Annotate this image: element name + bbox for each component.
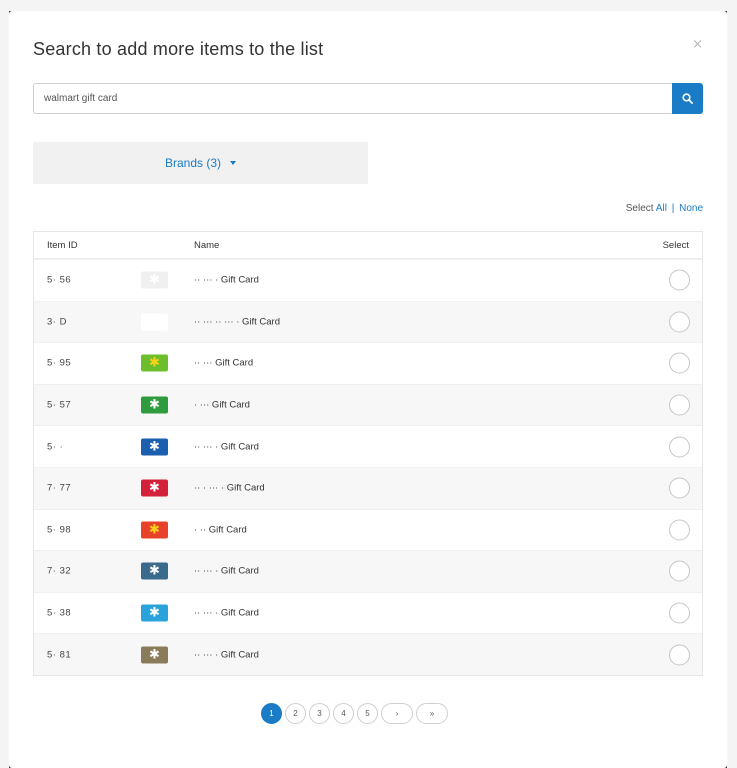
item-name: ·· ··· · Gift Card — [194, 565, 259, 577]
item-name: · ·· Gift Card — [194, 524, 247, 536]
search-button[interactable] — [672, 83, 703, 114]
select-all-none: Select All | None — [626, 203, 703, 214]
item-id: 3· D — [47, 316, 67, 328]
select-radio[interactable] — [669, 269, 690, 291]
table-row[interactable]: 7· 77 ✱ ·· · ··· · Gift Card — [34, 466, 702, 509]
page-button-5[interactable]: 5 — [357, 703, 378, 724]
red-thumb: ✱ — [141, 479, 168, 497]
photo-thumb: ✱ — [141, 562, 168, 580]
select-radio[interactable] — [669, 311, 690, 333]
select-radio[interactable] — [669, 560, 690, 582]
item-name: ·· ··· · Gift Card — [194, 441, 259, 453]
green-thumb: ✱ — [141, 396, 168, 414]
item-id: 5· 81 — [47, 649, 72, 661]
brands-filter-panel: Brands (3) — [33, 142, 368, 184]
select-radio[interactable] — [669, 477, 690, 499]
spark-thumb: ✱ — [141, 521, 168, 539]
table-row[interactable]: 5· 56 ✱ ·· ··· · Gift Card — [34, 259, 702, 301]
item-id: 5· 95 — [47, 357, 72, 369]
backdrop-edge-top — [0, 0, 737, 11]
table-row[interactable]: 5· 98 ✱ · ·· Gift Card — [34, 508, 702, 551]
select-radio[interactable] — [669, 602, 690, 624]
item-name: ·· ··· Gift Card — [194, 357, 254, 369]
item-name: ·· ··· · Gift Card — [194, 607, 259, 619]
add-items-modal: × Search to add more items to the list B… — [9, 11, 727, 768]
item-name: ·· ··· · Gift Card — [194, 274, 259, 286]
thumb-mark-icon: ✱ — [149, 314, 160, 330]
thumb-mark-icon: ✱ — [149, 563, 160, 579]
header-item-id: Item ID — [47, 239, 78, 251]
page-button-2[interactable]: 2 — [285, 703, 306, 724]
item-id: 5· 38 — [47, 607, 72, 619]
thumb-mark-icon: ✱ — [149, 647, 160, 663]
thumb-mark-icon: ✱ — [149, 439, 160, 455]
brands-label: Brands (3) — [164, 156, 222, 170]
search-input[interactable] — [33, 83, 672, 114]
header-name: Name — [194, 239, 220, 251]
select-radio[interactable] — [669, 352, 690, 374]
thumb-mark-icon: ✱ — [149, 480, 160, 496]
item-name: ·· · ··· · Gift Card — [194, 482, 265, 494]
select-separator: | — [671, 203, 675, 214]
thumb-mark-icon: ✱ — [149, 605, 160, 621]
page-button-1[interactable]: 1 — [261, 703, 282, 724]
yellow-thumb: ✱ — [141, 438, 168, 456]
item-name: · ··· Gift Card — [194, 399, 250, 411]
backdrop-edge-right — [727, 0, 737, 768]
item-name: ·· ··· ·· ··· · Gift Card — [194, 316, 281, 328]
item-id: 5· 56 — [47, 274, 72, 286]
table-row[interactable]: 5· 38 ✱ ·· ··· · Gift Card — [34, 591, 702, 634]
next-page-button[interactable]: › — [381, 703, 413, 724]
table-row[interactable]: 5· 57 ✱ · ··· Gift Card — [34, 383, 702, 426]
thumb-mark-icon: ✱ — [149, 272, 160, 288]
search-icon — [682, 93, 693, 104]
brands-dropdown-toggle[interactable]: Brands (3) — [164, 156, 237, 170]
item-id: 5· · — [47, 441, 64, 453]
item-name: ·· ··· · Gift Card — [194, 649, 259, 661]
select-radio[interactable] — [669, 644, 690, 666]
select-radio[interactable] — [669, 394, 690, 416]
table-row[interactable]: 3· D ✱ ·· ··· ·· ··· · Gift Card — [34, 300, 702, 343]
header-select: Select — [662, 239, 689, 251]
search-bar — [33, 83, 703, 114]
page-button-3[interactable]: 3 — [309, 703, 330, 724]
backdrop-edge-left — [0, 0, 9, 768]
thumb-mark-icon: ✱ — [149, 522, 160, 538]
item-id: 7· 32 — [47, 565, 72, 577]
pagination: 1 2 3 4 5 ›» — [261, 703, 448, 724]
modal-title: Search to add more items to the list — [33, 39, 324, 59]
table-body: 5· 56 ✱ ·· ··· · Gift Card 3· D ✱ ·· ···… — [34, 259, 702, 675]
select-radio[interactable] — [669, 436, 690, 458]
last-page-button[interactable]: » — [416, 703, 448, 724]
select-radio[interactable] — [669, 519, 690, 541]
table-row[interactable]: 5· · ✱ ·· ··· · Gift Card — [34, 425, 702, 467]
close-icon[interactable]: × — [692, 37, 703, 52]
spark-thumb: ✱ — [141, 354, 168, 372]
caret-down-icon — [230, 161, 237, 165]
thumb-mark-icon: ✱ — [149, 355, 160, 371]
teal-thumb: ✱ — [141, 604, 168, 622]
select-all-link[interactable]: All — [656, 203, 667, 214]
select-none-link[interactable]: None — [679, 203, 703, 214]
item-id: 7· 77 — [47, 482, 72, 494]
item-id: 5· 57 — [47, 399, 72, 411]
table-row[interactable]: 5· 95 ✱ ·· ··· Gift Card — [34, 342, 702, 384]
flag-thumb: ✱ — [141, 313, 168, 331]
table-row[interactable]: 5· 81 ✱ ·· ··· · Gift Card — [34, 633, 702, 675]
thumb-mark-icon: ✱ — [149, 397, 160, 413]
item-id: 5· 98 — [47, 524, 72, 536]
table-header: Item ID Name Select — [34, 232, 702, 259]
collage-thumb: ✱ — [141, 271, 168, 289]
photo-thumb: ✱ — [141, 646, 168, 664]
select-prefix: Select — [625, 203, 654, 214]
table-row[interactable]: 7· 32 ✱ ·· ··· · Gift Card — [34, 550, 702, 592]
page-button-4[interactable]: 4 — [333, 703, 354, 724]
results-table: Item ID Name Select 5· 56 ✱ ·· ··· · Gif… — [33, 231, 703, 676]
